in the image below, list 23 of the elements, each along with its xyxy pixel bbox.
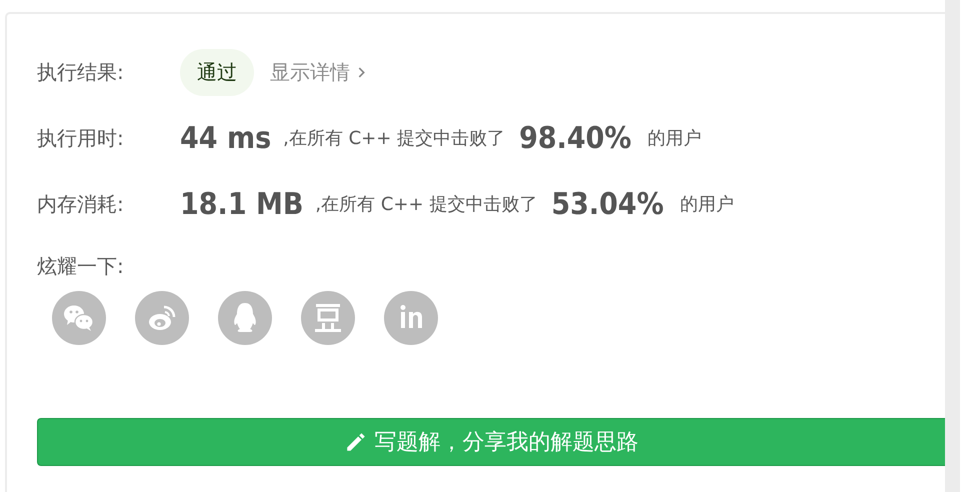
show-details-link[interactable]: 显示详情	[270, 58, 350, 86]
stat-label: 执行用时:	[37, 124, 125, 152]
stat-suffix: 的用户	[680, 193, 734, 216]
linkedin-icon[interactable]	[384, 291, 438, 345]
share-label: 炫耀一下:	[37, 253, 125, 280]
write-solution-button[interactable]: 写题解，分享我的解题思路	[37, 418, 945, 466]
penguin-icon[interactable]	[218, 291, 272, 345]
stat-suffix: 的用户	[647, 127, 702, 150]
stat-label: 内存消耗:	[37, 190, 125, 218]
douban-icon[interactable]	[301, 291, 355, 345]
stat-text: ,在所有 C++ 提交中击败了	[315, 193, 538, 216]
percentile-value: 53.04%	[551, 186, 664, 222]
stat-text: ,在所有 C++ 提交中击败了	[283, 127, 506, 150]
status-badge: 通过	[180, 48, 254, 96]
pencil-icon	[344, 431, 366, 453]
wechat-icon[interactable]	[52, 291, 106, 345]
scrollbar[interactable]	[945, 0, 960, 492]
weibo-icon[interactable]	[135, 291, 189, 345]
stat-value: 18.1 MB	[180, 186, 304, 222]
result-label: 执行结果:	[37, 58, 125, 86]
stat-value: 44 ms	[180, 120, 272, 156]
chevron-right-icon[interactable]	[358, 66, 365, 78]
percentile-value: 98.40%	[519, 120, 632, 156]
